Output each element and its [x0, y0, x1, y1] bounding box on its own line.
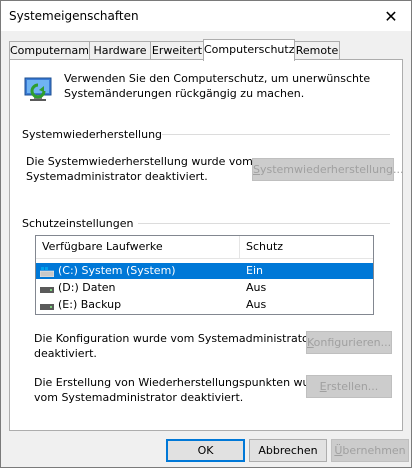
- text-line: deaktiviert.: [34, 347, 97, 360]
- drive-name: (D:) Daten: [58, 281, 116, 294]
- drive-name: (E:) Backup: [58, 298, 122, 311]
- group-divider: [138, 223, 390, 224]
- tab-hardware[interactable]: Hardware: [89, 41, 151, 60]
- apply-button[interactable]: Übernehmen: [331, 439, 409, 462]
- create-restore-point-text: Die Erstellung von Wiederherstellungspun…: [34, 376, 328, 404]
- drive-row-c[interactable]: (C:) System (System) Ein: [36, 263, 373, 279]
- tab-label: Computerschutz: [204, 43, 295, 56]
- text-line: Die Konfiguration wurde vom Systemadmini…: [34, 332, 314, 345]
- drive-protection-status: Aus: [246, 281, 267, 294]
- drive-protection-status: Ein: [246, 264, 263, 277]
- button-label: bernehmen: [342, 444, 406, 457]
- button-label: Abbrechen: [258, 444, 318, 457]
- cancel-button[interactable]: Abbrechen: [249, 439, 327, 462]
- tab-computerschutz[interactable]: Computerschutz: [203, 39, 295, 61]
- drive-row-d[interactable]: (D:) Daten Aus: [36, 280, 373, 296]
- drive-protection-status: Aus: [246, 298, 267, 311]
- tab-label: Erweitert: [151, 44, 203, 57]
- system-restore-text: Die Systemwiederherstellung wurde vom Sy…: [26, 155, 253, 183]
- create-button[interactable]: Erstellen...: [306, 375, 392, 398]
- text-line: Systemadministrator deaktiviert.: [26, 170, 208, 183]
- computer-protection-panel: Verwenden Sie den Computerschutz, um une…: [9, 59, 404, 431]
- column-separator[interactable]: [239, 236, 240, 258]
- text-line: Die Systemwiederherstellung wurde vom: [26, 155, 253, 168]
- text-line: vom Systemadministrator deaktiviert.: [34, 391, 244, 404]
- close-icon: ✕: [384, 6, 398, 26]
- tab-label: Hardware: [93, 44, 147, 57]
- button-mnemonic: K: [307, 336, 314, 349]
- protection-settings-heading: Schutzeinstellungen: [22, 217, 134, 230]
- window-title: Systemeigenschaften: [9, 9, 139, 23]
- text-line: Die Erstellung von Wiederherstellungspun…: [34, 376, 328, 389]
- system-drive-icon: [39, 266, 55, 278]
- button-label: OK: [197, 444, 214, 457]
- system-properties-window: Systemeigenschaften ✕ Computername Hardw…: [0, 0, 412, 468]
- button-mnemonic: E: [319, 380, 327, 393]
- drive-icon: [40, 283, 54, 293]
- configure-button[interactable]: Konfigurieren...: [306, 331, 392, 354]
- tab-label: Remote: [295, 44, 339, 57]
- drive-icon: [40, 300, 54, 310]
- tab-erweitert[interactable]: Erweitert: [150, 41, 204, 60]
- listview-header: Verfügbare Laufwerke Schutz: [36, 236, 373, 259]
- system-restore-button[interactable]: Systemwiederherstellung...: [252, 158, 404, 181]
- intro-text: Verwenden Sie den Computerschutz, um une…: [64, 72, 370, 100]
- intro-line: Systemänderungen rückgängig zu machen.: [64, 87, 305, 100]
- close-button[interactable]: ✕: [371, 1, 411, 31]
- button-label: onfigurieren...: [313, 336, 392, 349]
- drive-row-e[interactable]: (E:) Backup Aus: [36, 297, 373, 313]
- tab-label: Computername: [10, 44, 96, 57]
- intro-line: Verwenden Sie den Computerschutz, um une…: [64, 72, 371, 85]
- button-label: ystemwiederherstellung...: [259, 163, 404, 176]
- button-label: rstellen...: [326, 380, 379, 393]
- ok-button[interactable]: OK: [166, 439, 245, 462]
- configuration-text: Die Konfiguration wurde vom Systemadmini…: [34, 332, 313, 360]
- drives-listview[interactable]: Verfügbare Laufwerke Schutz (C:) System …: [35, 235, 374, 315]
- system-restore-heading: Systemwiederherstellung: [22, 128, 163, 141]
- button-mnemonic: S: [253, 163, 260, 176]
- column-header-protection[interactable]: Schutz: [246, 240, 283, 253]
- group-divider: [162, 134, 390, 135]
- column-header-drives[interactable]: Verfügbare Laufwerke: [42, 240, 163, 253]
- tab-remote[interactable]: Remote: [294, 41, 340, 60]
- title-bar[interactable]: Systemeigenschaften ✕: [1, 1, 411, 31]
- drive-name: (C:) System (System): [58, 264, 176, 277]
- tab-computername[interactable]: Computername: [9, 41, 96, 60]
- system-protection-icon: [22, 72, 56, 106]
